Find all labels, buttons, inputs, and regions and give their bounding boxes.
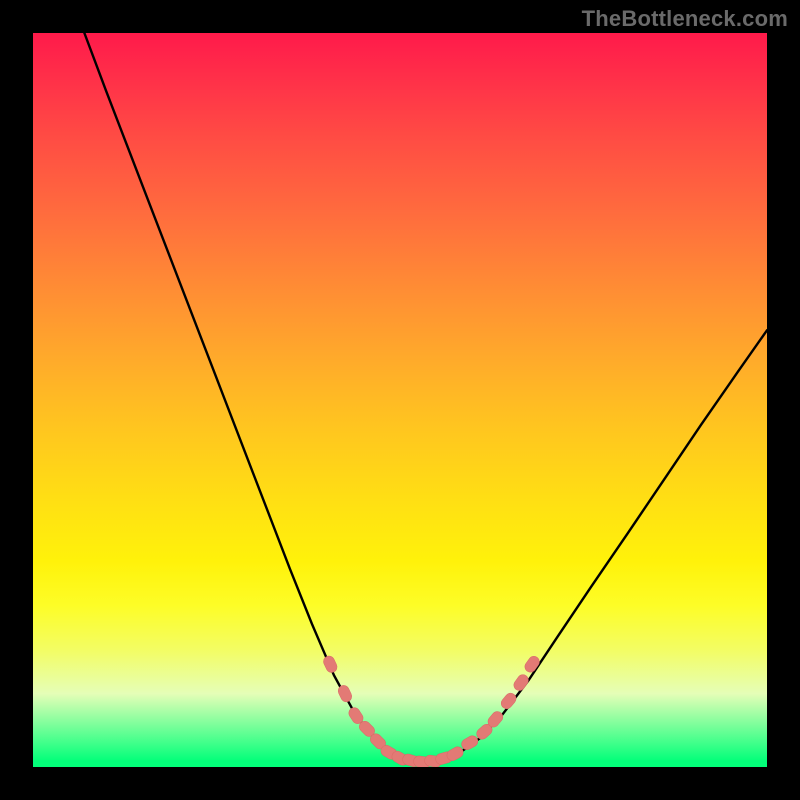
marker-point (322, 654, 339, 674)
highlighted-markers (322, 654, 542, 767)
watermark-text: TheBottleneck.com (582, 6, 788, 32)
marker-point (512, 672, 531, 692)
chart-svg (33, 33, 767, 767)
curve-left-branch (84, 33, 425, 762)
marker-point (460, 734, 480, 752)
marker-point (523, 654, 542, 674)
plot-area (33, 33, 767, 767)
marker-point (499, 691, 518, 711)
chart-frame: TheBottleneck.com (0, 0, 800, 800)
curve-right-branch (426, 330, 767, 762)
